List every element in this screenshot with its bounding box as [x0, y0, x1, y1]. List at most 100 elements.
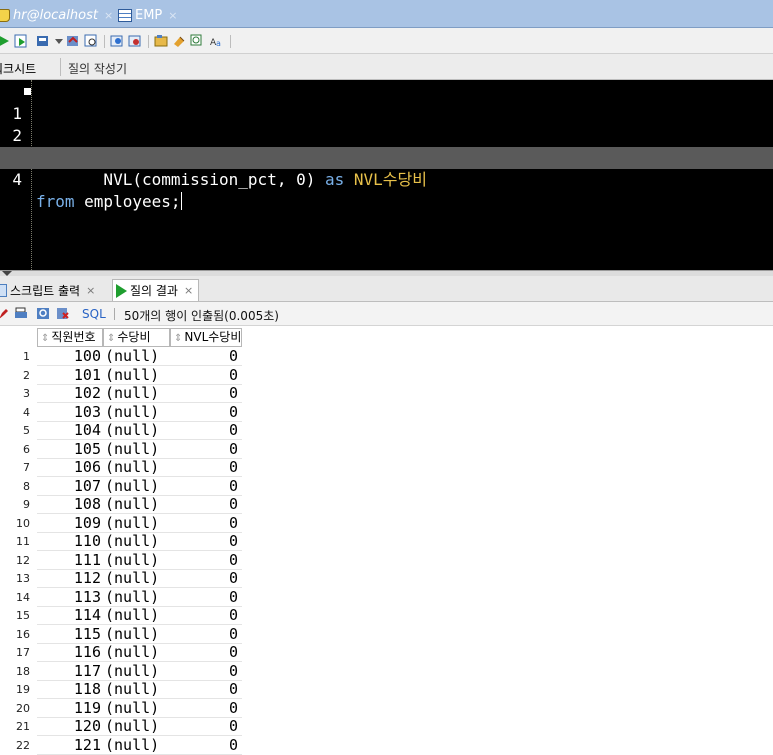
column-header[interactable]: ⇕ 수당비 — [103, 328, 170, 347]
cell-employee-id[interactable]: 120 — [37, 718, 103, 736]
cell-nvl-commission[interactable]: 0 — [170, 403, 242, 422]
cell-employee-id[interactable]: 105 — [37, 440, 103, 459]
close-icon[interactable]: × — [86, 284, 95, 297]
cell-nvl-commission[interactable]: 0 — [170, 588, 242, 607]
cell-employee-id[interactable]: 115 — [37, 625, 103, 644]
autotrace-icon[interactable] — [110, 34, 124, 48]
tab-query-result[interactable]: 질의 결과 × — [112, 279, 200, 301]
table-row[interactable]: 16 115 (null) 0 — [0, 625, 245, 644]
table-row[interactable]: 17 116 (null) 0 — [0, 644, 245, 662]
cell-employee-id[interactable]: 110 — [37, 533, 103, 551]
cell-nvl-commission[interactable]: 0 — [170, 625, 242, 644]
cell-employee-id[interactable]: 101 — [37, 366, 103, 385]
explain-plan-icon[interactable] — [84, 34, 98, 48]
table-row[interactable]: 22 121 (null) 0 — [0, 736, 245, 755]
cell-nvl-commission[interactable]: 0 — [170, 607, 242, 625]
cell-nvl-commission[interactable]: 0 — [170, 496, 242, 514]
tuning-advisor-icon[interactable] — [128, 34, 142, 48]
format-case-icon[interactable]: Aa — [210, 34, 224, 48]
cell-employee-id[interactable]: 121 — [37, 736, 103, 755]
run-statement-icon[interactable] — [0, 34, 10, 48]
cell-nvl-commission[interactable]: 0 — [170, 570, 242, 588]
refresh-query-icon[interactable] — [36, 307, 50, 320]
table-row[interactable]: 3 102 (null) 0 — [0, 385, 245, 403]
find-icon[interactable] — [190, 34, 204, 48]
cell-commission[interactable]: (null) — [103, 385, 170, 403]
tab-worksheet[interactable]: 워크시트 — [0, 60, 36, 77]
cell-nvl-commission[interactable]: 0 — [170, 385, 242, 403]
cell-employee-id[interactable]: 117 — [37, 662, 103, 681]
result-grid[interactable]: ⇕ 직원번호 ⇕ 수당비 ⇕ NVL수당비 1 100 (null) 0 2 101 (null)… — [0, 328, 773, 755]
cell-commission[interactable]: (null) — [103, 551, 170, 570]
sql-history-icon[interactable] — [154, 34, 168, 48]
close-icon[interactable]: × — [104, 9, 113, 22]
cell-employee-id[interactable]: 113 — [37, 588, 103, 607]
print-icon[interactable] — [14, 307, 28, 320]
cell-nvl-commission[interactable]: 0 — [170, 477, 242, 496]
table-row[interactable]: 4 103 (null) 0 — [0, 403, 245, 422]
cell-nvl-commission[interactable]: 0 — [170, 699, 242, 718]
cell-nvl-commission[interactable]: 0 — [170, 662, 242, 681]
cell-commission[interactable]: (null) — [103, 662, 170, 681]
sort-icon[interactable]: ⇕ — [41, 333, 49, 344]
table-row[interactable]: 5 104 (null) 0 — [0, 422, 245, 440]
cell-employee-id[interactable]: 114 — [37, 607, 103, 625]
close-icon[interactable]: × — [168, 9, 177, 22]
cancel-query-icon[interactable] — [56, 307, 70, 320]
cell-commission[interactable]: (null) — [103, 403, 170, 422]
cell-employee-id[interactable]: 104 — [37, 422, 103, 440]
cell-nvl-commission[interactable]: 0 — [170, 718, 242, 736]
tab-hr-localhost[interactable]: hr@localhost × — [0, 4, 113, 26]
cell-employee-id[interactable]: 103 — [37, 403, 103, 422]
table-row[interactable]: 10 109 (null) 0 — [0, 514, 245, 533]
cell-nvl-commission[interactable]: 0 — [170, 440, 242, 459]
cell-commission[interactable]: (null) — [103, 366, 170, 385]
tab-emp[interactable]: EMP × — [118, 4, 178, 26]
code-line[interactable]: 2 commission_pct as 수당비, — [0, 103, 773, 167]
table-row[interactable]: 12 111 (null) 0 — [0, 551, 245, 570]
cell-commission[interactable]: (null) — [103, 588, 170, 607]
cell-nvl-commission[interactable]: 0 — [170, 422, 242, 440]
table-row[interactable]: 2 101 (null) 0 — [0, 366, 245, 385]
cell-nvl-commission[interactable]: 0 — [170, 736, 242, 755]
cell-nvl-commission[interactable]: 0 — [170, 366, 242, 385]
table-row[interactable]: 14 113 (null) 0 — [0, 588, 245, 607]
cell-employee-id[interactable]: 106 — [37, 459, 103, 477]
cell-employee-id[interactable]: 119 — [37, 699, 103, 718]
cell-commission[interactable]: (null) — [103, 570, 170, 588]
column-header[interactable]: ⇕ 직원번호 — [37, 328, 103, 347]
fold-marker-icon[interactable] — [24, 88, 31, 95]
table-row[interactable]: 11 110 (null) 0 — [0, 533, 245, 551]
table-row[interactable]: 21 120 (null) 0 — [0, 718, 245, 736]
cell-commission[interactable]: (null) — [103, 736, 170, 755]
cell-nvl-commission[interactable]: 0 — [170, 533, 242, 551]
close-icon[interactable]: × — [184, 284, 193, 297]
cell-employee-id[interactable]: 107 — [37, 477, 103, 496]
cell-employee-id[interactable]: 108 — [37, 496, 103, 514]
cell-commission[interactable]: (null) — [103, 496, 170, 514]
cell-commission[interactable]: (null) — [103, 607, 170, 625]
code-line-current[interactable]: 4 from employees; — [0, 147, 773, 211]
sql-editor[interactable]: 1 select employee_id as 직원번호, 2 commissi… — [0, 80, 773, 270]
sql-link[interactable]: SQL — [82, 307, 106, 321]
cell-employee-id[interactable]: 100 — [37, 348, 103, 366]
table-row[interactable]: 6 105 (null) 0 — [0, 440, 245, 459]
cell-commission[interactable]: (null) — [103, 644, 170, 662]
rollback-icon[interactable] — [66, 34, 80, 48]
table-row[interactable]: 7 106 (null) 0 — [0, 459, 245, 477]
cell-commission[interactable]: (null) — [103, 459, 170, 477]
run-script-icon[interactable] — [14, 34, 28, 48]
cell-nvl-commission[interactable]: 0 — [170, 459, 242, 477]
cell-employee-id[interactable]: 116 — [37, 644, 103, 662]
code-line[interactable]: 1 select employee_id as 직원번호, — [0, 81, 773, 167]
clear-eraser-icon[interactable] — [172, 34, 186, 48]
commit-icon[interactable] — [36, 34, 50, 48]
cell-employee-id[interactable]: 118 — [37, 681, 103, 699]
code-line[interactable]: 3 NVL(commission_pct, 0) as NVL수당비 — [0, 125, 773, 189]
dropdown-arrow-icon[interactable] — [52, 34, 66, 48]
cell-employee-id[interactable]: 112 — [37, 570, 103, 588]
cell-commission[interactable]: (null) — [103, 681, 170, 699]
sort-icon[interactable]: ⇕ — [107, 333, 115, 344]
table-row[interactable]: 20 119 (null) 0 — [0, 699, 245, 718]
pin-icon[interactable] — [0, 307, 10, 320]
